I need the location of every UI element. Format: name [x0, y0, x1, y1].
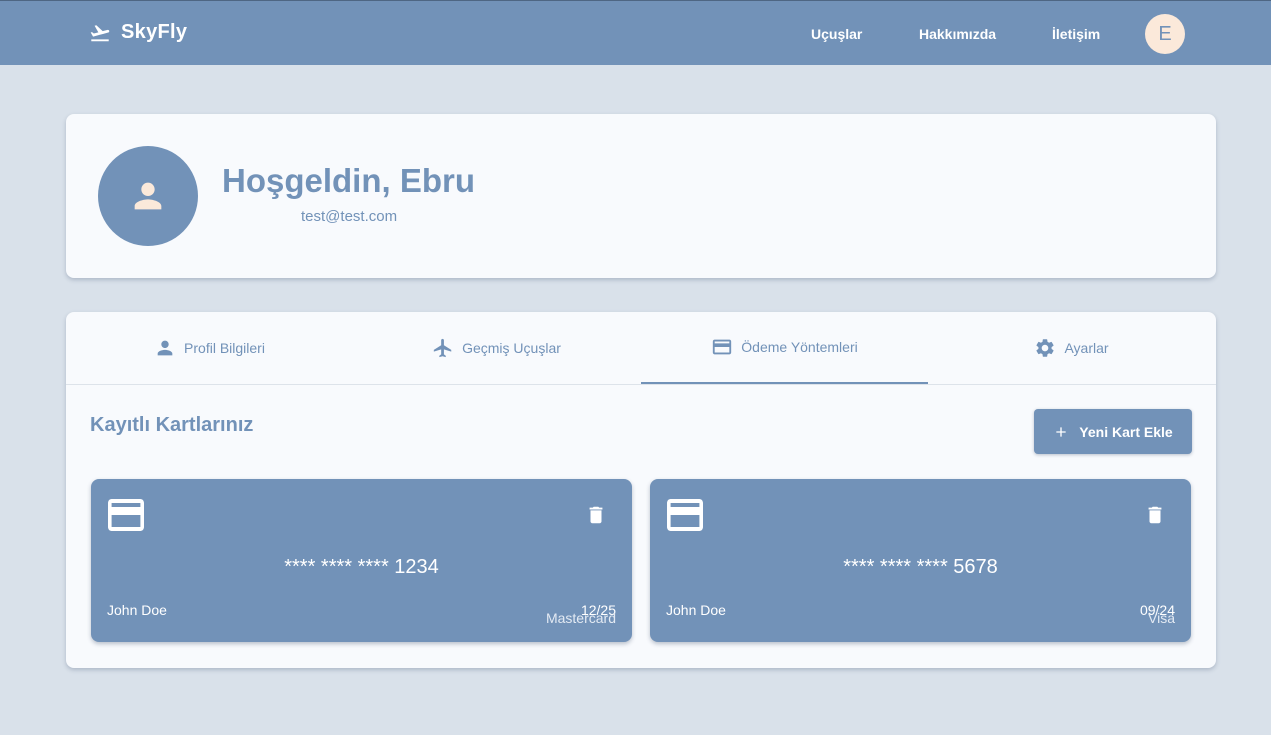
tab-gecmis-ucuslar[interactable]: Geçmiş Uçuşlar	[353, 312, 640, 384]
airplane-takeoff-icon	[90, 24, 110, 41]
nav-link-hakkimizda[interactable]: Hakkımızda	[919, 26, 996, 42]
card-number: **** **** **** 1234	[284, 556, 439, 578]
account-tabs-card: Profil Bilgileri Geçmiş Uçuşlar Ödeme Yö…	[66, 312, 1216, 668]
delete-card-icon[interactable]	[585, 504, 607, 526]
airplane-icon	[433, 338, 452, 358]
saved-card: **** **** **** 1234 John Doe 12/25 Maste…	[91, 479, 632, 642]
nav-link-ucuslar[interactable]: Uçuşlar	[811, 26, 862, 42]
nav-link-iletisim[interactable]: İletişim	[1052, 26, 1100, 42]
person-icon	[134, 182, 162, 210]
add-card-button[interactable]: Yeni Kart Ekle	[1034, 409, 1192, 454]
user-email: test@test.com	[301, 208, 398, 225]
tab-label: Geçmiş Uçuşlar	[462, 340, 561, 356]
card-type: Mastercard	[545, 610, 616, 626]
saved-card: **** **** **** 5678 John Doe 09/24 Visa	[650, 479, 1191, 642]
tab-label: Profil Bilgileri	[184, 340, 265, 356]
brand-name: SkyFly	[121, 21, 188, 43]
card-number: **** **** **** 5678	[843, 556, 998, 578]
credit-card-icon	[713, 339, 732, 355]
plus-icon	[1056, 426, 1066, 437]
tab-ayarlar[interactable]: Ayarlar	[928, 312, 1215, 384]
card-holder: John Doe	[666, 602, 726, 618]
tab-bar: Profil Bilgileri Geçmiş Uçuşlar Ödeme Yö…	[66, 312, 1216, 385]
welcome-title: Hoşgeldin, Ebru	[222, 162, 476, 199]
user-avatar-button[interactable]: E	[1145, 14, 1185, 54]
gear-icon	[1036, 339, 1055, 357]
navbar: SkyFly Uçuşlar Hakkımızda İletişim E	[0, 0, 1271, 65]
brand-logo[interactable]: SkyFly	[89, 21, 187, 44]
tab-label: Ödeme Yöntemleri	[741, 339, 858, 355]
tab-profil-bilgileri[interactable]: Profil Bilgileri	[66, 312, 353, 384]
profile-card: Hoşgeldin, Ebru test@test.com	[66, 114, 1216, 278]
credit-card-icon	[108, 499, 144, 531]
tab-odeme-yontemleri[interactable]: Ödeme Yöntemleri	[641, 312, 928, 384]
person-icon	[157, 340, 173, 356]
profile-avatar	[98, 146, 198, 246]
add-card-label: Yeni Kart Ekle	[1079, 423, 1173, 440]
delete-card-icon[interactable]	[1144, 504, 1166, 526]
credit-card-icon	[667, 499, 703, 531]
tab-label: Ayarlar	[1064, 340, 1109, 356]
saved-cards-title: Kayıtlı Kartlarınız	[90, 414, 254, 436]
card-holder: John Doe	[107, 602, 167, 618]
card-type: Visa	[1148, 610, 1175, 626]
